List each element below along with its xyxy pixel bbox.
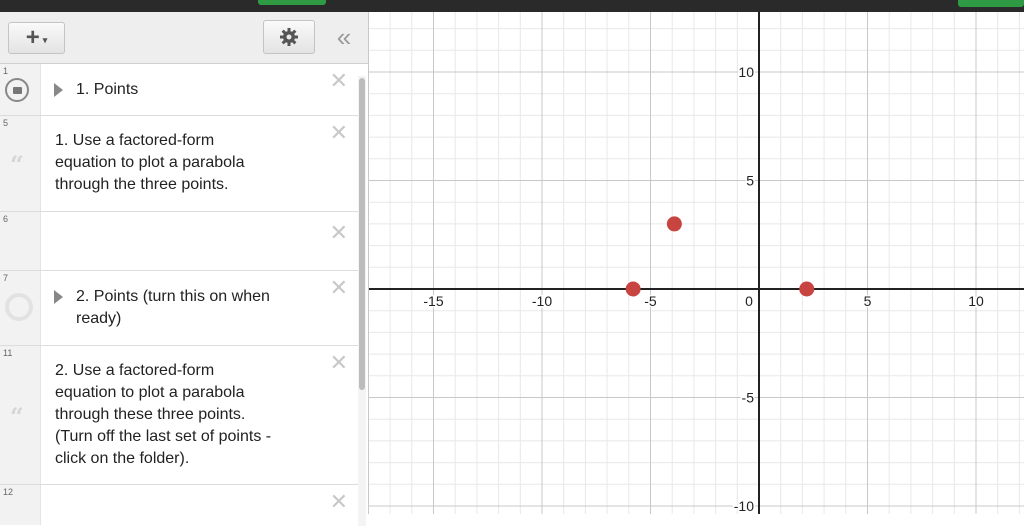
delete-icon[interactable]: ✕ xyxy=(330,277,348,299)
x-tick-label: 0 xyxy=(745,293,753,309)
row-number: 12 xyxy=(3,487,14,497)
row-number: 7 xyxy=(3,273,9,283)
row-gutter: 6 xyxy=(0,212,41,270)
expression-toolbar: + ▾ « xyxy=(0,12,368,64)
x-tick-label: 10 xyxy=(968,293,984,309)
data-point xyxy=(625,281,641,297)
row-number: 5 xyxy=(3,118,9,128)
x-tick-label: -15 xyxy=(423,293,443,309)
caret-down-icon: ▾ xyxy=(42,34,48,45)
note-text[interactable]: 2. Use a factored-form equation to plot … xyxy=(55,360,271,470)
note-quote-icon: “ xyxy=(10,402,24,431)
expression-row-7[interactable]: 7 2. Points (turn this on when ready) ✕ xyxy=(0,271,358,346)
delete-icon[interactable]: ✕ xyxy=(330,491,348,513)
note-line: click on the folder). xyxy=(55,450,190,467)
row-gutter: 1 xyxy=(0,64,41,115)
folder-expand-icon[interactable] xyxy=(54,83,63,97)
y-tick-label: 5 xyxy=(746,173,754,189)
note-line: (Turn off the last set of points - xyxy=(55,428,272,445)
x-tick-label: -10 xyxy=(532,293,552,309)
delete-icon[interactable]: ✕ xyxy=(330,352,348,374)
note-line: through the three points. xyxy=(55,176,229,193)
y-tick-label: 10 xyxy=(738,64,754,80)
y-tick-label: -10 xyxy=(734,498,754,514)
row-number: 11 xyxy=(3,348,13,358)
row-gutter: 12 xyxy=(0,485,41,525)
expression-row-6[interactable]: 6 ✕ xyxy=(0,212,358,271)
graph-canvas[interactable]: -15 -10 -5 0 5 10 10 5 -5 -10 xyxy=(369,12,1024,514)
scrollbar[interactable] xyxy=(358,76,366,526)
x-tick-label: -5 xyxy=(644,293,657,309)
note-line: equation to plot a parabola xyxy=(55,154,245,171)
row-number: 1 xyxy=(3,66,9,76)
settings-button[interactable] xyxy=(263,20,315,54)
note-quote-icon: “ xyxy=(10,150,24,179)
note-text[interactable]: 1. Use a factored-form equation to plot … xyxy=(55,130,244,196)
graph-paper[interactable]: -15 -10 -5 0 5 10 10 5 -5 -10 xyxy=(369,12,1024,514)
top-bar xyxy=(0,0,1024,12)
folder-hidden-icon[interactable] xyxy=(5,293,33,321)
x-tick-label: 5 xyxy=(864,293,872,309)
row-gutter: 11 “ xyxy=(0,346,41,484)
folder-toggle-icon[interactable] xyxy=(5,78,29,102)
folder-title-line: ready) xyxy=(76,310,122,327)
data-point xyxy=(799,281,815,297)
expression-row-12[interactable]: 12 ✕ xyxy=(0,485,358,525)
note-line: 1. Use a factored-form xyxy=(55,132,215,149)
delete-icon[interactable]: ✕ xyxy=(330,122,348,144)
delete-icon[interactable]: ✕ xyxy=(330,222,348,244)
folder-expand-icon[interactable] xyxy=(54,290,63,304)
collapse-panel-button[interactable]: « xyxy=(330,24,358,52)
gear-icon xyxy=(280,28,298,46)
note-line: equation to plot a parabola xyxy=(55,384,245,401)
note-line: 2. Use a factored-form xyxy=(55,362,215,379)
note-line: through these three points. xyxy=(55,406,246,423)
expression-row-1[interactable]: 1 1. Points ✕ xyxy=(0,64,358,116)
folder-title[interactable]: 1. Points xyxy=(76,79,138,101)
folder-title[interactable]: 2. Points (turn this on when ready) xyxy=(76,286,270,330)
delete-icon[interactable]: ✕ xyxy=(330,70,348,92)
y-tick-label: -5 xyxy=(742,390,755,406)
top-accent-right[interactable] xyxy=(958,0,1024,7)
expression-row-11[interactable]: 11 “ 2. Use a factored-form equation to … xyxy=(0,346,358,485)
row-gutter: 5 “ xyxy=(0,116,41,211)
expression-row-5[interactable]: 5 “ 1. Use a factored-form equation to p… xyxy=(0,116,358,212)
folder-title-line: 2. Points (turn this on when xyxy=(76,288,270,305)
top-accent-left xyxy=(258,0,326,5)
row-number: 6 xyxy=(3,214,9,224)
row-gutter: 7 xyxy=(0,271,41,345)
expression-panel: + ▾ « 1 1. Points ✕ 5 “ 1. Use a factore… xyxy=(0,12,369,526)
scrollbar-thumb[interactable] xyxy=(359,78,365,390)
data-point xyxy=(666,216,682,232)
plus-icon: + xyxy=(25,24,40,51)
add-expression-button[interactable]: + ▾ xyxy=(8,22,65,54)
